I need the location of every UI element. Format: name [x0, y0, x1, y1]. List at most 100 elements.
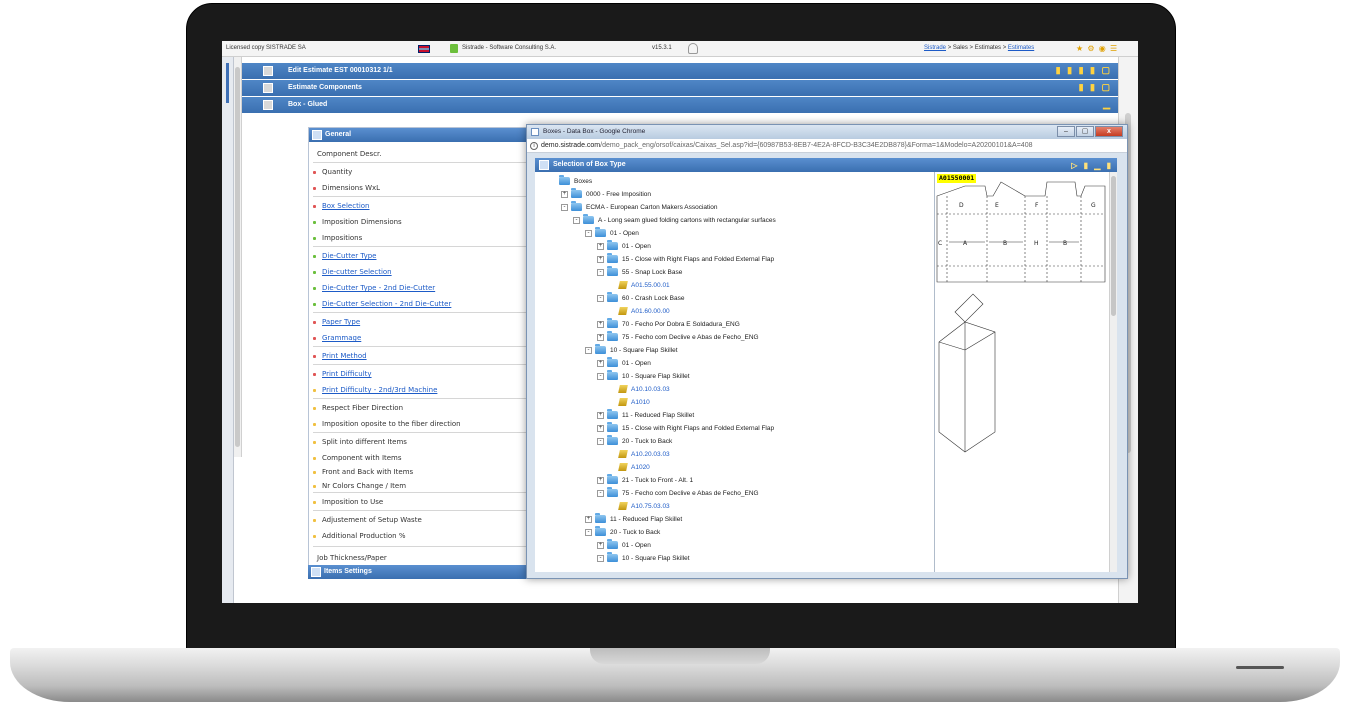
box-minimize-icon[interactable]: ▁: [1103, 99, 1112, 110]
info-icon[interactable]: i: [530, 142, 538, 150]
collapse-icon[interactable]: -: [597, 372, 604, 380]
folder-icon: [607, 253, 618, 264]
tree-folder-item[interactable]: - 20 - Tuck to Back: [597, 435, 672, 448]
tree-node-label: 70 - Fecho Por Dobra E Soldadura_ENG: [622, 321, 740, 328]
form-field-10[interactable]: Paper Type: [313, 318, 543, 326]
expand-icon[interactable]: +: [561, 190, 568, 198]
tree-folder-item[interactable]: - A - Long seam glued folding cartons wit…: [573, 214, 776, 227]
form-field-11[interactable]: Grammage: [313, 334, 543, 342]
tree-folder-item[interactable]: - 10 - Square Flap Skillet: [597, 370, 690, 383]
tree-leaf-item[interactable]: A01.55.00.01: [609, 280, 670, 292]
close-button[interactable]: x: [1095, 126, 1123, 137]
tree-folder-item[interactable]: - 55 - Snap Lock Base: [597, 266, 682, 279]
tree-folder-item[interactable]: - 60 - Crash Lock Base: [597, 292, 685, 305]
field-label[interactable]: Print Method: [322, 352, 367, 360]
breadcrumb-current-link[interactable]: Estimates: [1008, 45, 1034, 51]
tree-leaf-item[interactable]: A10.10.03.03: [609, 384, 670, 396]
expand-icon[interactable]: +: [597, 320, 604, 328]
field-label[interactable]: Die-Cutter Selection - 2nd Die-Cutter: [322, 300, 451, 308]
form-field-3[interactable]: Box Selection: [313, 202, 543, 210]
expand-icon[interactable]: +: [597, 242, 604, 250]
field-label[interactable]: Paper Type: [322, 318, 360, 326]
tree-leaf-item[interactable]: A1020: [609, 462, 650, 474]
items-settings-header[interactable]: Items Settings: [308, 565, 548, 579]
tree-folder-item[interactable]: +15 - Close with Right Flaps and Folded …: [597, 422, 774, 435]
tree-folder-item[interactable]: +21 - Tuck to Front - Alt. 1: [597, 474, 693, 487]
tree-folder-item[interactable]: Boxes: [549, 175, 592, 188]
tree-folder-item[interactable]: - ECMA - European Carton Makers Associati…: [561, 201, 718, 214]
collapse-icon[interactable]: -: [597, 294, 604, 302]
tree-folder-item[interactable]: +75 - Fecho com Declive e Abas de Fecho_…: [597, 331, 759, 344]
box-glued-header: Box - Glued ▁: [242, 97, 1118, 113]
tree-folder-item[interactable]: - 20 - Tuck to Back: [585, 526, 660, 539]
tree-folder-item[interactable]: +01 - Open: [597, 240, 651, 253]
header-action-icons[interactable]: ▮ ▮ ▮ ▮ ▢: [1056, 65, 1112, 76]
tree-folder-item[interactable]: +70 - Fecho Por Dobra E Soldadura_ENG: [597, 318, 740, 331]
field-label[interactable]: Grammage: [322, 334, 361, 342]
collapse-icon[interactable]: -: [597, 489, 604, 497]
field-label[interactable]: Box Selection: [322, 202, 370, 210]
collapse-icon[interactable]: -: [585, 528, 592, 536]
expand-icon[interactable]: +: [597, 541, 604, 549]
collapse-icon[interactable]: -: [597, 268, 604, 276]
breadcrumb-root-link[interactable]: Sistrade: [924, 45, 946, 51]
form-field-6[interactable]: Die-Cutter Type: [313, 252, 543, 260]
selection-action-icons[interactable]: ▷ ▮ ▁ ▮: [1071, 159, 1113, 173]
popup-scrollbar[interactable]: [1109, 172, 1117, 572]
folder-icon: [607, 292, 618, 303]
user-icon[interactable]: [688, 43, 698, 54]
form-field-8[interactable]: Die-Cutter Type - 2nd Die-Cutter: [313, 284, 543, 292]
expand-icon[interactable]: +: [597, 333, 604, 341]
tree-folder-item[interactable]: +11 - Reduced Flap Skillet: [597, 409, 694, 422]
field-label[interactable]: Die-Cutter Type - 2nd Die-Cutter: [322, 284, 435, 292]
collapse-icon[interactable]: -: [573, 216, 580, 224]
tree-folder-item[interactable]: +01 - Open: [597, 539, 651, 552]
expand-icon[interactable]: +: [597, 255, 604, 263]
tree-leaf-item[interactable]: A1010: [609, 397, 650, 409]
tree-node-label: 10 - Square Flap Skillet: [610, 347, 678, 354]
tree-folder-item[interactable]: +01 - Open: [597, 357, 651, 370]
tree-leaf-item[interactable]: A10.75.03.03: [609, 501, 670, 513]
expand-icon[interactable]: +: [597, 359, 604, 367]
field-status-dot: [313, 422, 316, 426]
tree-folder-item[interactable]: - 10 - Square Flap Skillet: [597, 552, 690, 565]
tree-folder-item[interactable]: - 10 - Square Flap Skillet: [585, 344, 678, 357]
field-label[interactable]: Die-cutter Selection: [322, 268, 392, 276]
tree-folder-item[interactable]: +0000 - Free Imposition: [561, 188, 651, 201]
collapse-icon[interactable]: -: [585, 229, 592, 237]
url-bar[interactable]: i demo.sistrade.com/demo_pack_eng/orsof/…: [527, 139, 1127, 153]
tree-leaf-item[interactable]: A01.60.00.00: [609, 306, 670, 318]
tree-folder-item[interactable]: - 01 - Open: [585, 227, 639, 240]
components-action-icons[interactable]: ▮ ▮ ▢: [1079, 82, 1112, 93]
field-label[interactable]: Print Difficulty - 2nd/3rd Machine: [322, 386, 437, 394]
expand-icon[interactable]: +: [597, 476, 604, 484]
field-status-dot: [313, 254, 316, 258]
collapse-icon[interactable]: -: [597, 554, 604, 562]
field-label[interactable]: Print Difficulty: [322, 370, 372, 378]
toolbar-icons[interactable]: ★ ⚙ ◉ ☰: [1076, 44, 1118, 53]
form-field-12[interactable]: Print Method: [313, 352, 543, 360]
popup-titlebar[interactable]: Boxes - Data Box - Google Chrome – ▢ x: [527, 125, 1127, 139]
expand-icon[interactable]: +: [597, 411, 604, 419]
collapse-icon[interactable]: -: [597, 437, 604, 445]
expand-icon[interactable]: +: [597, 424, 604, 432]
tree-folder-item[interactable]: - 75 - Fecho com Declive e Abas de Fecho_…: [597, 487, 759, 500]
form-field-14[interactable]: Print Difficulty - 2nd/3rd Machine: [313, 386, 543, 394]
form-field-13[interactable]: Print Difficulty: [313, 370, 543, 378]
field-separator: [313, 398, 543, 399]
collapse-icon[interactable]: -: [561, 203, 568, 211]
form-field-9[interactable]: Die-Cutter Selection - 2nd Die-Cutter: [313, 300, 543, 308]
left-scrollbar[interactable]: [234, 57, 242, 457]
minimize-button[interactable]: –: [1057, 126, 1075, 137]
tree-folder-item[interactable]: +11 - Reduced Flap Skillet: [585, 513, 682, 526]
english-flag-icon[interactable]: [418, 45, 430, 53]
expand-icon[interactable]: +: [585, 515, 592, 523]
form-field-7[interactable]: Die-cutter Selection: [313, 268, 543, 276]
field-label[interactable]: Die-Cutter Type: [322, 252, 376, 260]
collapse-icon[interactable]: -: [585, 346, 592, 354]
tree-folder-item[interactable]: +15 - Close with Right Flaps and Folded …: [597, 253, 774, 266]
maximize-button[interactable]: ▢: [1076, 126, 1094, 137]
laptop-port: [1236, 666, 1284, 669]
tree-leaf-item[interactable]: A10.20.03.03: [609, 449, 670, 461]
field-separator: [313, 510, 543, 511]
